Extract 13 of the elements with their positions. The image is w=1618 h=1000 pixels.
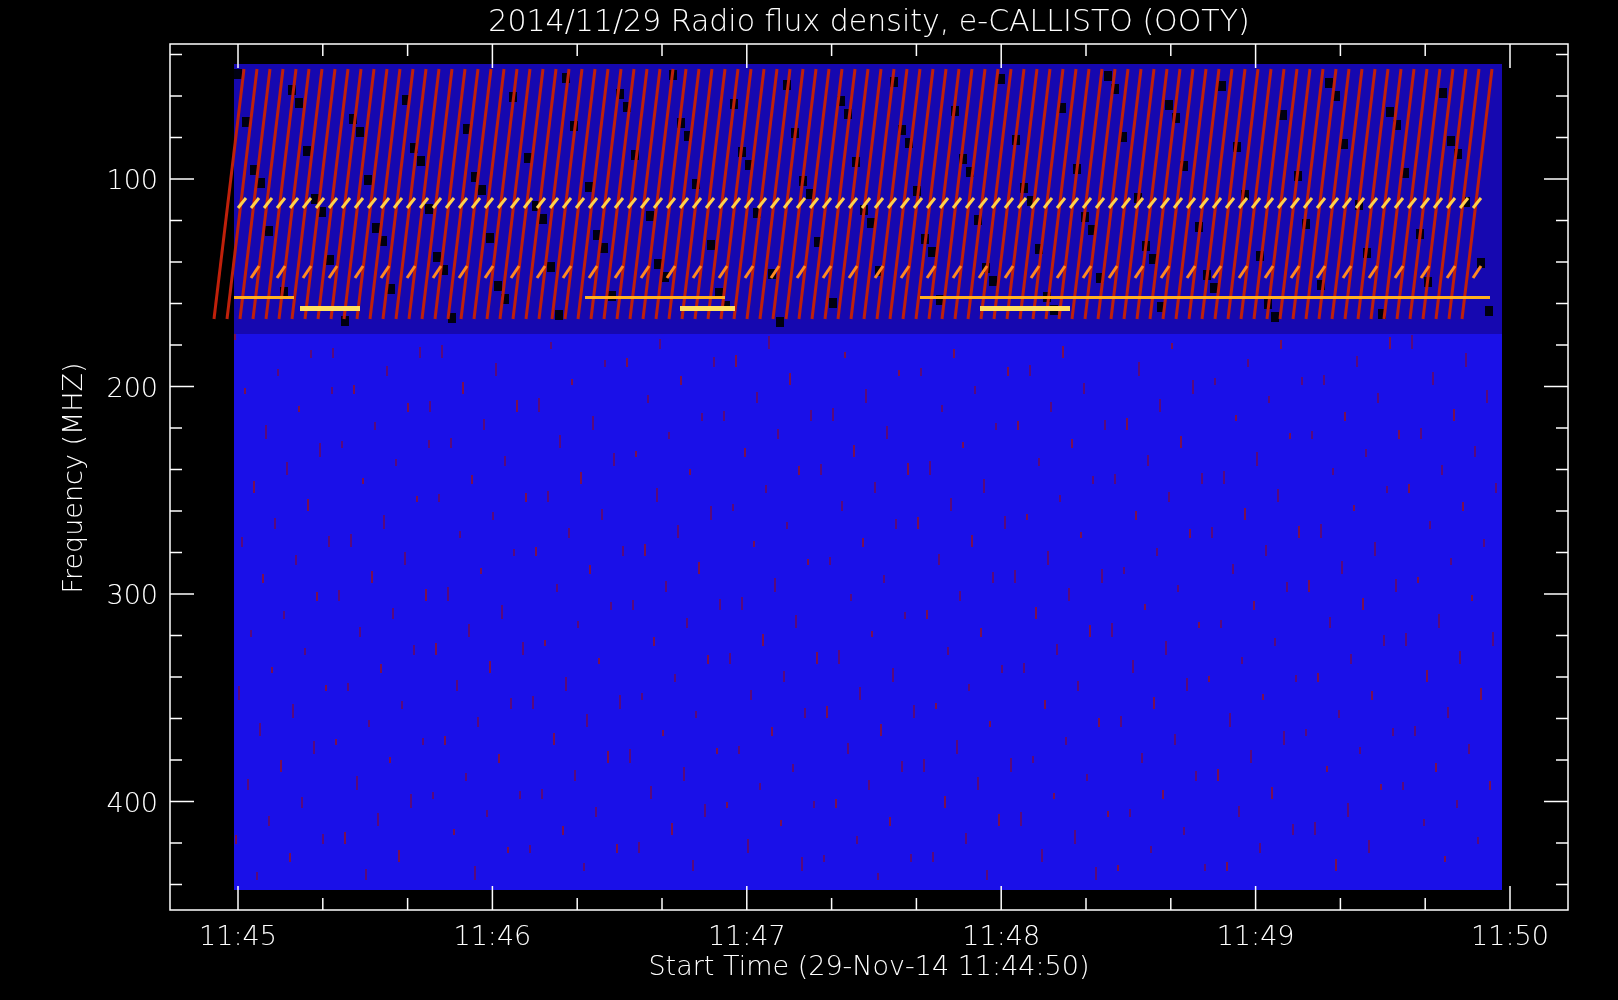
tick-label: 200	[106, 371, 158, 403]
axis-label: Start Time (29-Nov-14 11:44:50)	[648, 950, 1090, 981]
tick-label: 11:46	[453, 920, 532, 951]
tick-label: 100	[106, 164, 158, 195]
tick-label: 11:45	[199, 920, 277, 951]
tick-label: 11:50	[1471, 920, 1549, 951]
tick-label: 11:47	[707, 920, 786, 951]
tick-label: 11:48	[962, 920, 1041, 951]
axis-label: Frequency (MHZ)	[57, 362, 88, 594]
tick-label: 300	[106, 579, 158, 610]
tick-label: 400	[106, 786, 158, 818]
chart-title: 2014/11/29 Radio flux density, e-CALLISTO (OOTY)	[488, 3, 1250, 38]
tick-label: 11:49	[1216, 920, 1295, 951]
